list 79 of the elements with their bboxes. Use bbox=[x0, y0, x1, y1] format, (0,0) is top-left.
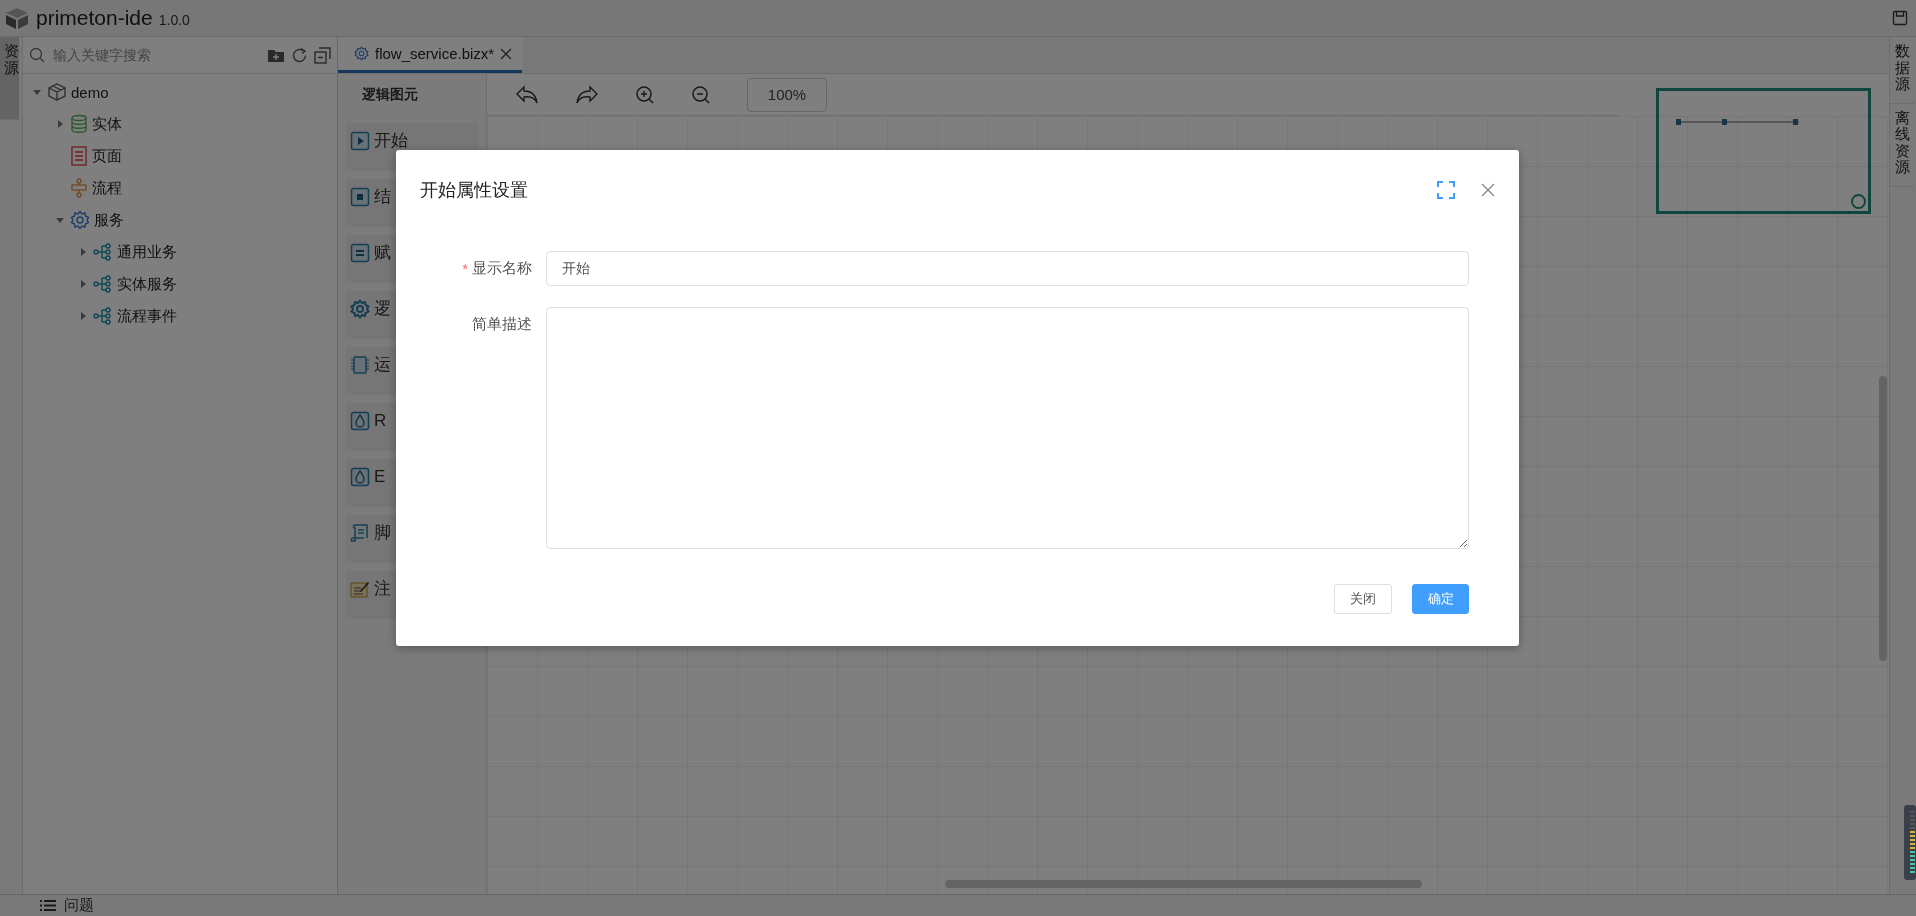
minimap[interactable] bbox=[1656, 88, 1871, 214]
hierarchy-icon bbox=[93, 307, 113, 325]
palette-item-label: 开始 bbox=[374, 131, 408, 151]
scrollbar-thumb[interactable] bbox=[945, 880, 1422, 888]
tree-item[interactable]: 流程 bbox=[92, 178, 122, 198]
caret-icon[interactable] bbox=[79, 312, 87, 320]
field-label: 显示名称 bbox=[472, 259, 532, 278]
scroll-icon bbox=[350, 523, 370, 543]
palette-item-label: 脚 bbox=[374, 523, 391, 543]
database-icon bbox=[70, 114, 88, 134]
description-field[interactable] bbox=[546, 307, 1469, 549]
tree-item[interactable]: 实体服务 bbox=[117, 274, 177, 294]
list-icon bbox=[40, 899, 56, 912]
app-version: 1.0.0 bbox=[158, 12, 190, 28]
scrollbar-thumb[interactable] bbox=[1879, 376, 1887, 661]
drop-icon bbox=[350, 411, 370, 431]
tab-title[interactable]: flow_service.bizx* bbox=[375, 45, 495, 62]
dialog-title: 开始属性设置 bbox=[420, 179, 529, 202]
palette-item-label: 逻 bbox=[374, 299, 391, 319]
collapse-icon[interactable] bbox=[314, 46, 331, 64]
hierarchy-icon bbox=[93, 275, 113, 293]
undo-button[interactable] bbox=[515, 83, 539, 106]
tree-item[interactable]: 页面 bbox=[92, 146, 122, 166]
hierarchy-icon bbox=[93, 243, 113, 261]
caret-icon[interactable] bbox=[33, 88, 41, 96]
flow-icon bbox=[70, 178, 88, 198]
folder-plus-icon[interactable] bbox=[267, 47, 285, 63]
drop-icon bbox=[350, 467, 370, 487]
problems-tab[interactable]: 问题 bbox=[64, 896, 94, 915]
resize-handle[interactable] bbox=[1851, 194, 1866, 209]
zoom-out-button[interactable] bbox=[691, 84, 711, 105]
caret-icon[interactable] bbox=[79, 280, 87, 288]
cancel-button[interactable]: 关闭 bbox=[1334, 584, 1392, 614]
fullscreen-button[interactable] bbox=[1437, 181, 1455, 199]
palette-item-label: 结 bbox=[374, 187, 391, 207]
palette-item-label: E bbox=[374, 467, 386, 487]
level-meter-icon bbox=[1904, 805, 1916, 880]
tree-item[interactable]: 实体 bbox=[92, 114, 122, 134]
document-icon bbox=[70, 146, 88, 166]
side-tab[interactable]: 数据源 bbox=[1890, 37, 1915, 104]
field-label: 简单描述 bbox=[472, 315, 532, 334]
palette-item-label: 赋 bbox=[374, 243, 391, 263]
side-tab[interactable]: 资源 bbox=[0, 37, 19, 120]
tree-item[interactable]: 通用业务 bbox=[117, 242, 177, 262]
chip-icon bbox=[350, 355, 370, 375]
confirm-button[interactable]: 确定 bbox=[1412, 584, 1469, 614]
gear-icon bbox=[350, 299, 370, 319]
play-icon bbox=[350, 131, 370, 151]
caret-icon[interactable] bbox=[79, 248, 87, 256]
redo-button[interactable] bbox=[575, 83, 599, 106]
zoom-level[interactable]: 100% bbox=[747, 77, 827, 112]
close-button[interactable] bbox=[1481, 183, 1495, 197]
side-tab[interactable]: 离线资源 bbox=[1890, 103, 1915, 187]
search-icon bbox=[29, 47, 45, 63]
stop-icon bbox=[350, 187, 370, 207]
tree-item[interactable]: 服务 bbox=[94, 210, 124, 230]
tree-item[interactable]: demo bbox=[71, 83, 109, 101]
name-field[interactable]: 开始 bbox=[546, 251, 1469, 286]
app-name: primeton-ide bbox=[36, 6, 153, 30]
palette-item-label: R bbox=[374, 411, 387, 431]
caret-icon[interactable] bbox=[56, 216, 64, 224]
close-icon[interactable] bbox=[500, 47, 513, 60]
cube-icon bbox=[47, 82, 67, 102]
palette-item-label: 运 bbox=[374, 355, 391, 375]
equals-icon bbox=[350, 243, 370, 263]
tree-item[interactable]: 流程事件 bbox=[117, 306, 177, 326]
zoom-in-button[interactable] bbox=[635, 84, 655, 105]
save-icon[interactable] bbox=[1892, 10, 1908, 26]
refresh-icon[interactable] bbox=[291, 46, 308, 64]
search-field[interactable]: 输入关键字搜索 bbox=[51, 46, 261, 64]
note-icon bbox=[350, 579, 370, 599]
gear-icon bbox=[354, 46, 369, 61]
caret-icon[interactable] bbox=[56, 120, 64, 128]
gear-icon bbox=[70, 210, 90, 230]
editor-tab[interactable]: flow_service.bizx* bbox=[338, 37, 523, 73]
palette-item-label: 注 bbox=[374, 579, 391, 599]
cube-logo-icon bbox=[4, 6, 30, 30]
palette-title: 逻辑图元 bbox=[361, 84, 419, 104]
required-mark: * bbox=[462, 260, 468, 277]
